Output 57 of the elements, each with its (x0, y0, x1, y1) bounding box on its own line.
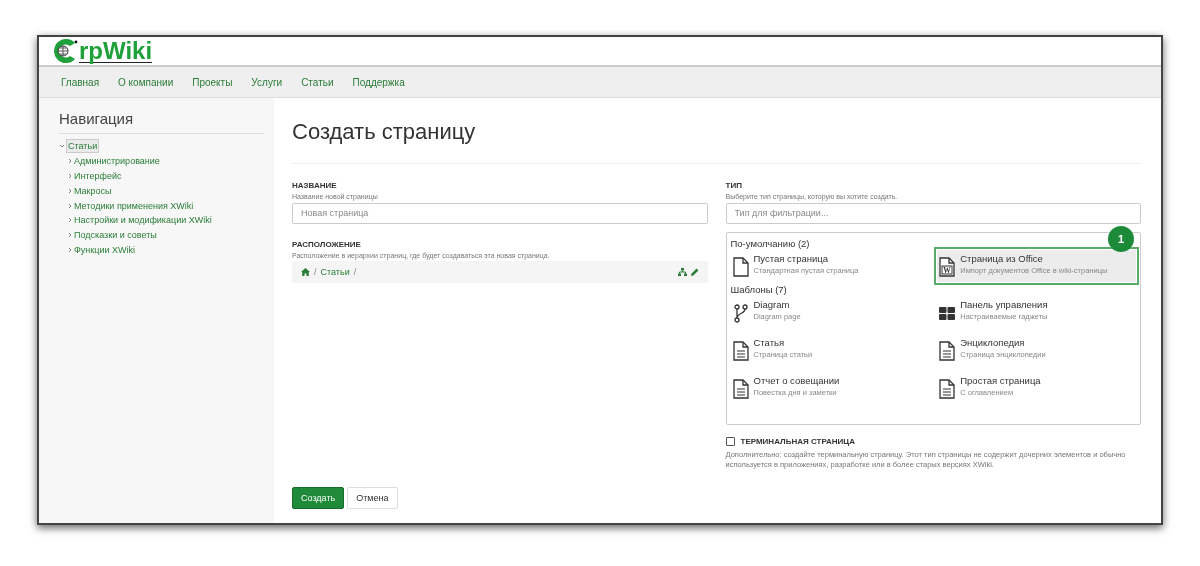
option-title: Энциклопедия (960, 336, 1026, 348)
nav-link[interactable]: Проекты (192, 76, 233, 88)
step-number-badge: 1 (1108, 225, 1134, 252)
chevron-down-icon[interactable] (59, 143, 65, 150)
nav-link[interactable]: Статьи (301, 76, 334, 88)
document-icon (732, 378, 749, 399)
checkbox[interactable] (725, 436, 735, 446)
chevron-right-icon[interactable] (67, 173, 73, 179)
page-title: Создать страницу (292, 112, 1141, 164)
nav-link[interactable]: Главная (61, 76, 100, 88)
chevron-right-icon[interactable] (67, 246, 73, 253)
checkbox-label: ТЕРМИНАЛЬНАЯ СТРАНИЦА (740, 436, 855, 446)
type-filter-field[interactable]: Тип для фильтрации... (725, 202, 1141, 224)
tree-item[interactable]: Подсказки и советы (74, 230, 157, 241)
name-input-field[interactable]: Новая страница (292, 202, 708, 224)
breadcrumb-link[interactable]: Статьи (320, 266, 350, 277)
document-icon (732, 340, 749, 361)
nav-link[interactable]: О компании (118, 76, 174, 88)
section-label: ТИП (725, 181, 743, 190)
tree-item[interactable]: Макросы (74, 185, 112, 196)
tree-item[interactable]: Функции XWiki (74, 244, 135, 255)
sitemap-icon[interactable] (677, 267, 687, 276)
chevron-right-icon[interactable] (67, 158, 73, 165)
option-title: Панель управления (960, 298, 1048, 310)
breadcrumb-separator: / (353, 266, 357, 277)
sidebar-title: Навигация (59, 110, 264, 134)
group-heading: По-умолчанию (2) (730, 237, 810, 249)
option-title: Страница из Office (960, 252, 1044, 264)
home-icon[interactable] (301, 267, 310, 276)
document-icon (939, 378, 956, 399)
chevron-right-icon[interactable] (67, 232, 73, 239)
section-label: НАЗВАНИЕ (292, 181, 338, 190)
tree-item[interactable]: Настройки и модификации XWiki (74, 215, 212, 226)
chevron-right-icon[interactable] (67, 202, 73, 209)
option-title: Статья (753, 336, 786, 348)
file-icon (732, 256, 749, 277)
create-button[interactable]: Создать (292, 487, 345, 510)
chevron-right-icon[interactable] (67, 187, 73, 194)
nav-link[interactable]: Услуги (251, 76, 283, 88)
option-title: Пустая страница (753, 252, 829, 264)
document-icon (939, 340, 956, 361)
breadcrumb-separator: / (314, 266, 317, 277)
section-label: РАСПОЛОЖЕНИЕ (292, 239, 362, 249)
logo-text: rpWiki (79, 39, 153, 63)
option-title: Простая страница (960, 374, 1041, 386)
tree-item[interactable]: Интерфейс (74, 171, 122, 181)
branch-icon (732, 302, 749, 323)
cancel-button[interactable]: Отмена (347, 487, 398, 510)
nav-link[interactable]: Поддержка (352, 76, 405, 88)
tree-item[interactable]: Статьи (66, 139, 100, 154)
option-title: Отчет о совещании (753, 374, 840, 386)
tree-item[interactable]: Администрирование (74, 156, 160, 167)
pencil-icon[interactable] (690, 267, 699, 276)
chevron-right-icon[interactable] (67, 217, 73, 224)
option-title: Diagram (753, 298, 791, 310)
tree-item[interactable]: Методики применения XWiki (74, 200, 194, 211)
group-heading: Шаблоны (7) (730, 283, 787, 295)
